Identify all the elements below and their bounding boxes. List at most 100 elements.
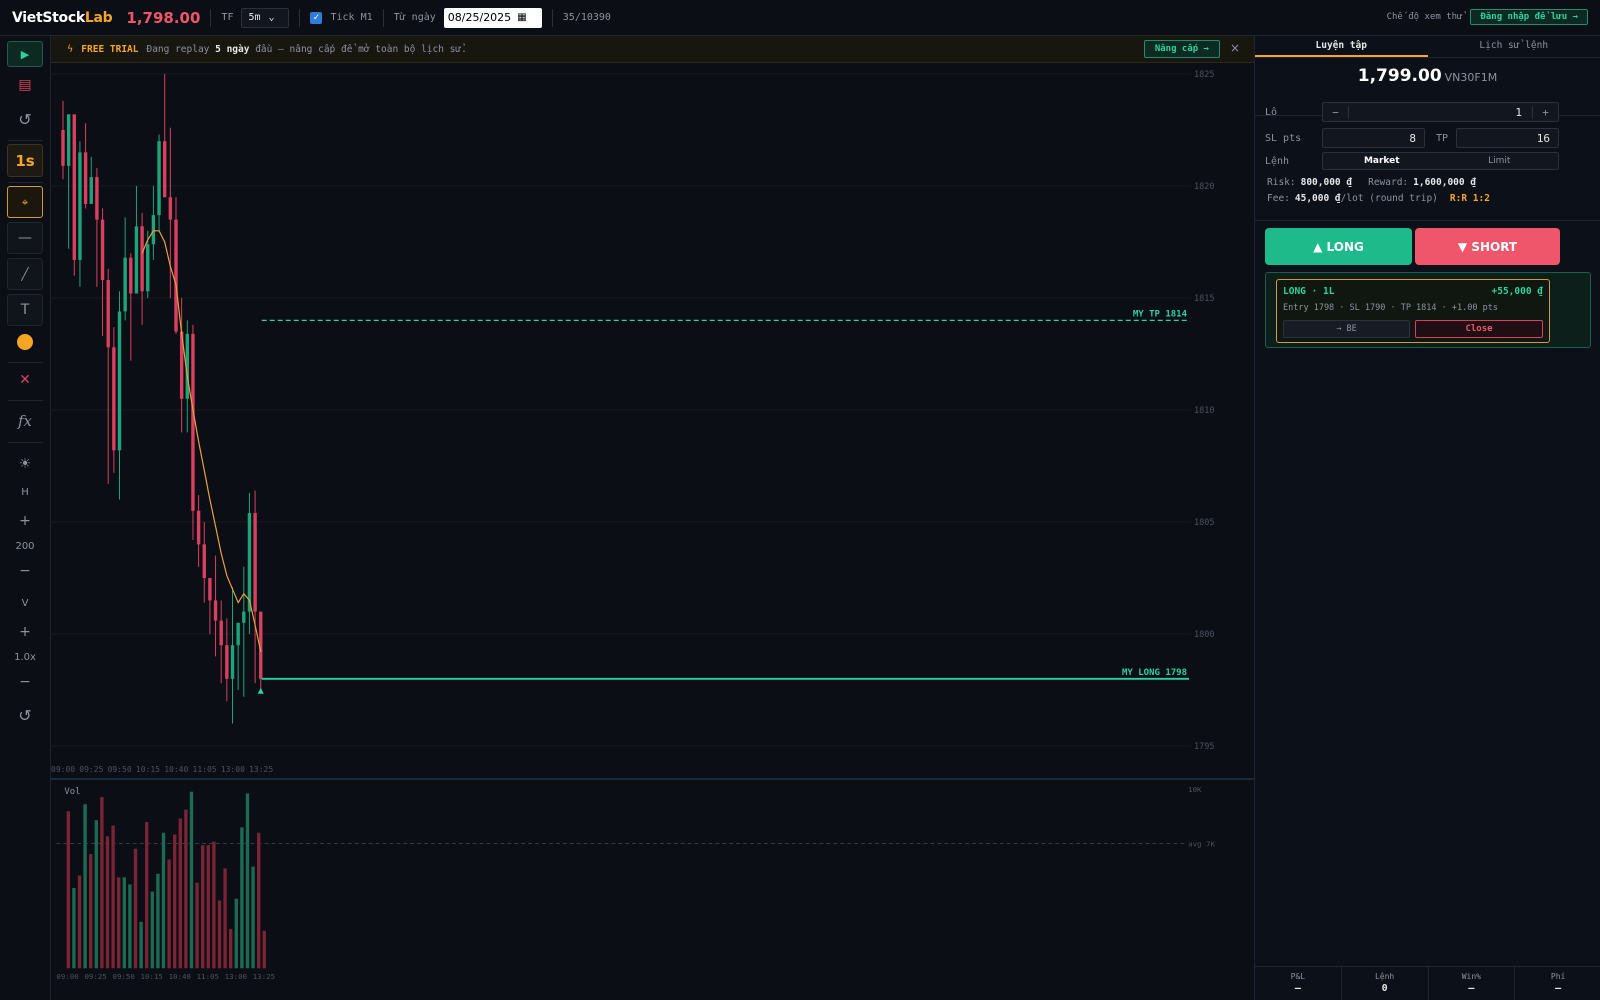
take-profit-label: MY TP 1814 [1133,309,1188,319]
y-tick-label: 1815 [1194,294,1214,304]
volume-bar [139,921,143,969]
divider [551,8,553,27]
volume-bar [206,845,210,969]
volume-x-tick-label: 13:00 [225,972,247,981]
sl-input[interactable]: 8 [1322,128,1425,148]
speed-button[interactable]: 1s [7,144,43,177]
candle-body [106,280,110,348]
volume-bar [100,797,104,969]
y-tick-label: 1825 [1194,70,1214,80]
candle-body [146,244,150,292]
volume-x-tick-label: 09:50 [113,972,135,981]
text-tool-icon[interactable]: T [7,294,43,326]
h-zoom-in-button[interactable]: + [7,510,43,532]
volume-bar [245,793,250,969]
close-position-button[interactable]: Close [1415,320,1543,338]
calendar-icon[interactable]: ▦ [517,12,526,23]
v-zoom-in-button[interactable]: + [7,621,43,643]
theme-sun-icon[interactable]: ☀ [7,451,43,477]
lightning-icon: ϟ [67,43,74,55]
indicator-fx-icon[interactable]: fx [7,408,43,434]
reset-icon[interactable]: ↺ [7,106,43,132]
candle-body [219,620,223,646]
volume-label: Vol [64,787,80,797]
tick-m1-checkbox[interactable]: ✓ [310,11,323,24]
volume-bar [150,891,154,969]
replay-counter: 35/10390 [562,12,611,23]
position-card: LONG · 1L +55,000 ₫ Entry 1798 · SL 1790… [1265,272,1591,348]
x-tick-label: 10:15 [136,765,160,774]
x-tick-label: 09:00 [51,765,75,774]
v-scale-value: 1.0x [14,651,36,663]
order-type-toggle: Market Limit [1322,152,1559,170]
volume-bar [105,836,110,969]
y-tick-label: 1805 [1194,518,1214,528]
volume-bar [145,822,149,969]
volume-bar [111,825,115,969]
x-tick-label: 13:00 [221,765,245,774]
fee-suffix: /lot (round trip) [1340,193,1438,204]
volume-bar [189,791,194,969]
candle-body [78,152,82,260]
close-icon[interactable]: × [1230,41,1240,55]
order-market-option[interactable]: Market [1323,156,1441,166]
color-picker-icon[interactable] [7,328,43,356]
candle-body [95,177,99,220]
break-even-button[interactable]: → BE [1283,320,1410,338]
horizontal-line-icon[interactable]: — [7,222,43,254]
upgrade-button[interactable]: Nâng cấp → [1143,40,1220,58]
lot-input[interactable]: 1 [1349,106,1532,119]
timeframe-select[interactable]: 5m ⌄ [241,7,290,28]
crosshair-icon[interactable]: ⌖ [7,186,43,218]
tab-practice[interactable]: Luyện tập [1255,36,1428,57]
save-icon[interactable]: ▤ [7,72,43,98]
h-scale-value: 200 [15,540,35,552]
login-button[interactable]: Đăng nhập để lưu → [1470,9,1588,25]
lot-plus-button[interactable]: + [1532,105,1558,119]
volume-chart: Vol 10K avg 7K 09:00 09:25 09:50 10:15 10:40 11:… [51,778,1254,981]
price-chart[interactable]: 1825 1820 1815 1810 1805 1800 1795 MY TP 1814 MY… [51,63,1254,778]
order-type-label: Lệnh [1265,155,1290,167]
volume-bar [156,873,160,969]
tp-input[interactable]: 16 [1456,128,1559,148]
volume-x-tick-label: 11:05 [197,972,219,981]
v-scale-label: V [21,597,29,609]
play-icon[interactable]: ▶ [7,41,43,67]
date-input[interactable]: 08/25/2025 ▦ [443,7,542,28]
candle-body [168,197,173,220]
candle-body [236,622,240,646]
tick-m1-label: Tick M1 [330,12,373,23]
top-bar: VietStockLab 1,798.00 TF 5m ⌄ ✓ Tick M1 T… [0,0,1600,36]
volume-bar [167,859,171,969]
order-limit-option[interactable]: Limit [1441,156,1559,166]
tab-order-history[interactable]: Lịch sử lệnh [1428,36,1600,57]
short-button[interactable]: ▼ SHORT [1415,228,1560,265]
stat-winrate: Win% — [1429,967,1516,1000]
candle-body [117,311,122,451]
trial-message: Đang replay 5 ngày đầu — nâng cấp để mở … [146,43,467,55]
divider [382,8,384,27]
divider [210,8,212,27]
reset-scale-icon[interactable]: ↺ [7,702,43,728]
trendline-icon[interactable]: ╱ [7,258,43,290]
stat-pnl: P&L — [1255,967,1342,1000]
volume-bar [223,868,227,969]
delete-icon[interactable]: ✕ [7,367,43,393]
symbol-label: VN30F1M [1444,71,1498,84]
long-button[interactable]: ▲ LONG [1265,228,1412,265]
volume-bar [173,834,177,969]
candle-body [208,578,212,601]
risk-value: 800,000 ₫ [1300,177,1353,188]
h-zoom-out-button[interactable]: − [7,560,43,582]
trial-mode-label: Chế độ xem thử [1386,12,1463,22]
volume-bar [133,848,138,969]
volume-bar [161,832,166,969]
y-tick-label: 1820 [1194,182,1214,192]
lot-stepper[interactable]: − 1 + [1322,102,1559,122]
app-logo[interactable]: VietStockLab [12,10,113,26]
y-tick-label: 1800 [1194,630,1214,640]
v-zoom-out-button[interactable]: − [7,671,43,693]
free-trial-banner: ϟ FREE TRIAL Đang replay 5 ngày đầu — nâ… [51,36,1254,63]
lot-minus-button[interactable]: − [1323,105,1349,119]
volume-bar [240,827,244,969]
